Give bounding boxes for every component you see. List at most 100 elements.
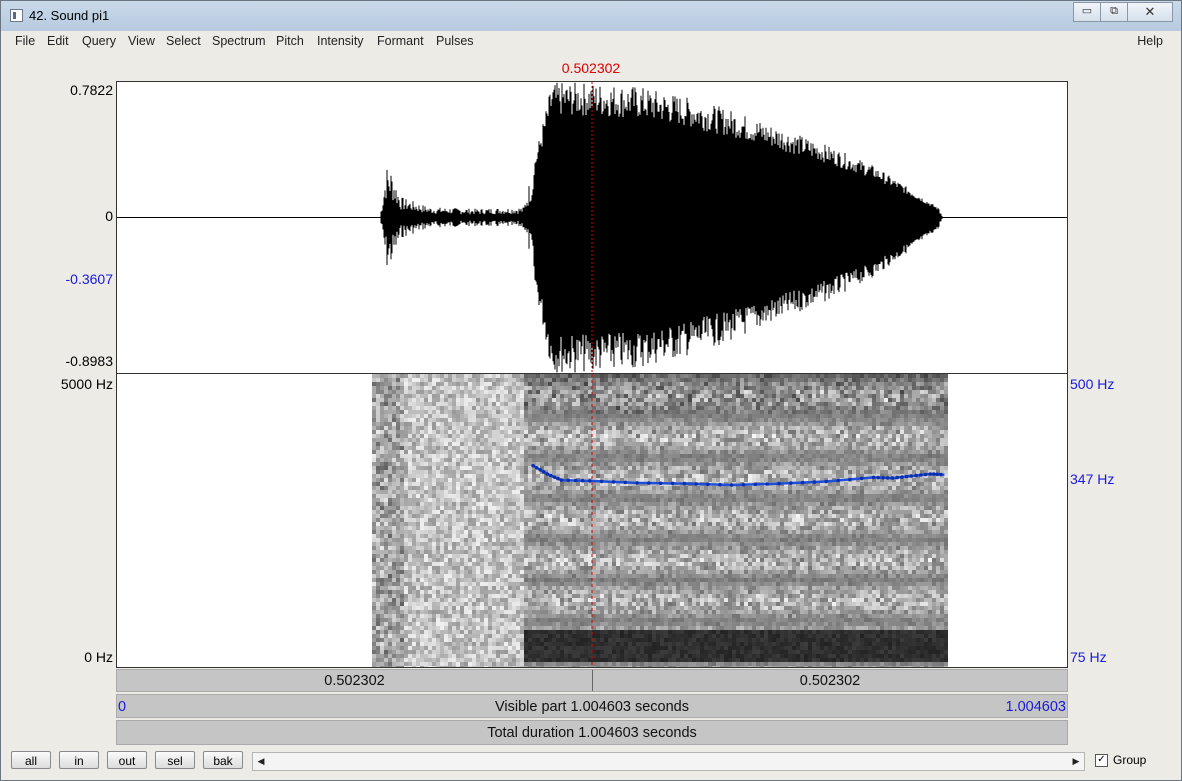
in-button[interactable]: in bbox=[59, 751, 99, 769]
pitch-point bbox=[611, 480, 616, 484]
menu-pulses[interactable]: Pulses bbox=[436, 34, 474, 48]
menu-select[interactable]: Select bbox=[166, 34, 201, 48]
scroll-right-arrow-icon[interactable]: ▶ bbox=[1068, 753, 1084, 770]
group-checkbox[interactable]: ✓ bbox=[1095, 754, 1108, 768]
menu-query[interactable]: Query bbox=[82, 34, 116, 48]
bottom-controls: all in out sel bak ◀ ▶ ✓ Group bbox=[9, 749, 1171, 773]
pitch-top-label: 500 Hz bbox=[1070, 376, 1115, 392]
group-toggle[interactable]: ✓ Group bbox=[1095, 753, 1147, 768]
pitch-point bbox=[928, 472, 933, 476]
pitch-point bbox=[777, 481, 781, 486]
pitch-point bbox=[935, 472, 940, 477]
menu-spectrum[interactable]: Spectrum bbox=[212, 34, 266, 48]
wave-y-cursor-label: -0.3607 bbox=[65, 271, 113, 287]
menu-edit[interactable]: Edit bbox=[47, 34, 69, 48]
pitch-point bbox=[848, 477, 852, 482]
pitch-point bbox=[765, 482, 769, 486]
pitch-point bbox=[923, 472, 928, 477]
praat-sound-window: 42. Sound pi1 ▭ ⧉ ✕ File Edit Query View… bbox=[0, 0, 1182, 781]
group-label: Group bbox=[1113, 753, 1147, 767]
pitch-point bbox=[919, 473, 923, 477]
pitch-point bbox=[552, 475, 557, 479]
pitch-point bbox=[531, 463, 535, 468]
pitch-point bbox=[706, 482, 710, 487]
spectrogram-panel[interactable] bbox=[116, 374, 1068, 668]
pitch-point bbox=[658, 481, 663, 486]
pitch-point bbox=[932, 472, 936, 476]
window-title: 42. Sound pi1 bbox=[29, 8, 110, 23]
window-icon bbox=[10, 9, 23, 22]
visible-part-bar[interactable]: 0 Visible part 1.004603 seconds 1.004603 bbox=[116, 694, 1068, 718]
menu-pitch[interactable]: Pitch bbox=[276, 34, 304, 48]
pitch-point bbox=[914, 473, 918, 478]
pitch-point bbox=[859, 476, 864, 481]
pitch-point bbox=[556, 476, 560, 481]
pitch-point bbox=[588, 479, 592, 483]
horizontal-scrollbar[interactable]: ◀ ▶ bbox=[252, 752, 1085, 771]
pitch-point bbox=[635, 481, 639, 485]
pitch-point bbox=[682, 481, 687, 486]
pitch-value-label: 347 Hz bbox=[1070, 471, 1115, 487]
waveform-trace bbox=[379, 82, 944, 373]
pitch-point bbox=[541, 470, 546, 474]
pitch-point bbox=[534, 466, 539, 470]
pitch-point bbox=[895, 475, 899, 480]
scroll-left-arrow-icon[interactable]: ◀ bbox=[253, 753, 269, 770]
sel-button[interactable]: sel bbox=[155, 751, 195, 769]
maximize-button[interactable]: ⧉ bbox=[1100, 2, 1128, 22]
time-right-value[interactable]: 0.502302 bbox=[593, 673, 1067, 689]
title-bar[interactable]: 42. Sound pi1 ▭ ⧉ ✕ bbox=[1, 1, 1181, 31]
pitch-point bbox=[753, 482, 758, 487]
menu-help[interactable]: Help bbox=[1137, 34, 1163, 48]
pitch-point bbox=[881, 476, 885, 480]
wave-y-zero-label: 0 bbox=[105, 208, 113, 224]
pitch-bottom-label: 75 Hz bbox=[1070, 649, 1107, 665]
pitch-point bbox=[573, 478, 578, 483]
pitch-point bbox=[729, 483, 734, 487]
pitch-point bbox=[559, 478, 564, 482]
pitch-point bbox=[871, 475, 876, 480]
pitch-point bbox=[824, 479, 828, 484]
time-left-value[interactable]: 0.502302 bbox=[117, 673, 592, 689]
pitch-point bbox=[909, 474, 914, 478]
spectrogram-plot[interactable] bbox=[117, 374, 1067, 667]
out-button[interactable]: out bbox=[107, 751, 147, 769]
cursor-time-bar[interactable]: 0.502302 0.502302 bbox=[116, 669, 1068, 692]
pitch-point bbox=[694, 482, 698, 486]
pitch-point bbox=[538, 468, 542, 472]
wave-y-max-label: 0.7822 bbox=[70, 82, 113, 98]
pitch-point bbox=[876, 475, 880, 480]
visible-part-label: Visible part 1.004603 seconds bbox=[494, 699, 689, 715]
menu-intensity[interactable]: Intensity bbox=[317, 34, 364, 48]
minimize-button[interactable]: ▭ bbox=[1073, 2, 1101, 22]
pitch-point bbox=[789, 481, 793, 485]
menu-view[interactable]: View bbox=[128, 34, 155, 48]
pitch-point bbox=[800, 480, 805, 485]
waveform-plot[interactable] bbox=[117, 82, 1067, 373]
total-duration-bar[interactable]: Total duration 1.004603 seconds bbox=[116, 720, 1068, 745]
pitch-point bbox=[900, 475, 904, 479]
pitch-point bbox=[812, 480, 817, 484]
menu-file[interactable]: File bbox=[15, 34, 35, 48]
pitch-point bbox=[647, 481, 651, 485]
pitch-point bbox=[599, 479, 604, 484]
pitch-point bbox=[718, 482, 722, 487]
total-duration-label: Total duration 1.004603 seconds bbox=[487, 725, 697, 741]
pitch-point bbox=[549, 473, 553, 478]
wave-y-min-label: -0.8983 bbox=[65, 353, 113, 369]
cursor-time-label: 0.502302 bbox=[561, 60, 621, 76]
spectrogram-freq-bottom-label: 0 Hz bbox=[84, 649, 113, 665]
bak-button[interactable]: bak bbox=[203, 751, 243, 769]
menu-formant[interactable]: Formant bbox=[377, 34, 424, 48]
pitch-point bbox=[904, 474, 909, 479]
all-button[interactable]: all bbox=[11, 751, 51, 769]
pitch-point bbox=[741, 482, 746, 487]
waveform-panel[interactable] bbox=[116, 81, 1068, 374]
close-button[interactable]: ✕ bbox=[1127, 2, 1173, 22]
pitch-point bbox=[545, 472, 550, 476]
pitch-point bbox=[623, 480, 628, 485]
pitch-point bbox=[890, 476, 895, 480]
pitch-point bbox=[580, 478, 585, 483]
pitch-point bbox=[670, 481, 675, 486]
pitch-point bbox=[836, 478, 840, 483]
